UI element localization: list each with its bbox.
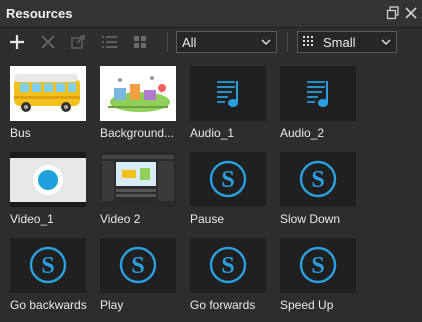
resource-label: Video_1 — [10, 212, 54, 226]
script-thumbnail: S — [280, 152, 356, 207]
panel-titlebar: Resources — [0, 0, 422, 28]
thumbnail-view-icon[interactable] — [130, 32, 150, 52]
resource-item[interactable]: Bus — [10, 66, 94, 146]
resource-label: Go forwards — [190, 298, 256, 312]
resource-label: Slow Down — [280, 212, 341, 226]
resource-label: Play — [100, 298, 124, 312]
resources-panel: Resources All Small Bus Background... Au… — [0, 0, 422, 322]
script-thumbnail: S — [280, 238, 356, 293]
resource-item[interactable]: S Slow Down — [280, 152, 364, 232]
resource-item[interactable]: Video 2 — [100, 152, 184, 232]
resource-item[interactable]: S Play — [100, 238, 184, 318]
script-thumbnail: S — [190, 238, 266, 293]
background-thumbnail — [100, 66, 176, 121]
resource-label: Audio_1 — [190, 126, 235, 140]
resource-label: Audio_2 — [280, 126, 325, 140]
resource-label: Background... — [100, 126, 175, 140]
script-thumbnail: S — [100, 238, 176, 293]
resource-item[interactable]: S Pause — [190, 152, 274, 232]
resource-item[interactable]: S Go forwards — [190, 238, 274, 318]
resource-label: Go backwards — [10, 298, 87, 312]
filter-dropdown[interactable]: All — [176, 31, 277, 53]
toolbar-divider — [167, 32, 168, 52]
chevron-down-icon — [261, 37, 271, 47]
resources-toolbar: All Small — [0, 28, 422, 56]
video-thumbnail — [100, 152, 176, 207]
size-dropdown-value: Small — [323, 35, 356, 50]
resource-item[interactable]: Audio_2 — [280, 66, 364, 146]
toolbar-divider — [287, 32, 288, 52]
svg-text:S: S — [221, 167, 234, 193]
video-thumbnail — [10, 152, 86, 207]
bus-thumbnail — [10, 66, 86, 121]
resource-label: Pause — [190, 212, 225, 226]
filter-dropdown-value: All — [182, 35, 197, 50]
panel-title: Resources — [6, 6, 73, 21]
svg-text:S: S — [41, 253, 54, 279]
resource-item[interactable]: S Speed Up — [280, 238, 364, 318]
resource-label: Speed Up — [280, 298, 334, 312]
undock-icon[interactable] — [386, 6, 400, 20]
thumbnail-size-dropdown[interactable]: Small — [297, 31, 397, 53]
script-thumbnail: S — [10, 238, 86, 293]
grid-size-icon — [303, 36, 315, 48]
svg-text:S: S — [131, 253, 144, 279]
resource-item[interactable]: Video_1 — [10, 152, 94, 232]
close-icon[interactable] — [404, 6, 418, 20]
audio-thumbnail — [280, 66, 356, 121]
add-icon[interactable] — [7, 32, 27, 52]
svg-text:S: S — [221, 253, 234, 279]
svg-text:S: S — [311, 167, 324, 193]
audio-thumbnail — [190, 66, 266, 121]
resource-label: Bus — [10, 126, 31, 140]
resource-item[interactable]: Audio_1 — [190, 66, 274, 146]
resource-item[interactable]: Background... — [100, 66, 184, 146]
edit-icon[interactable] — [68, 32, 88, 52]
chevron-down-icon — [381, 37, 391, 47]
svg-text:S: S — [311, 253, 324, 279]
script-thumbnail: S — [190, 152, 266, 207]
delete-icon[interactable] — [38, 32, 58, 52]
resource-item[interactable]: S Go backwards — [10, 238, 94, 318]
resource-label: Video 2 — [100, 212, 141, 226]
list-view-icon[interactable] — [99, 32, 119, 52]
